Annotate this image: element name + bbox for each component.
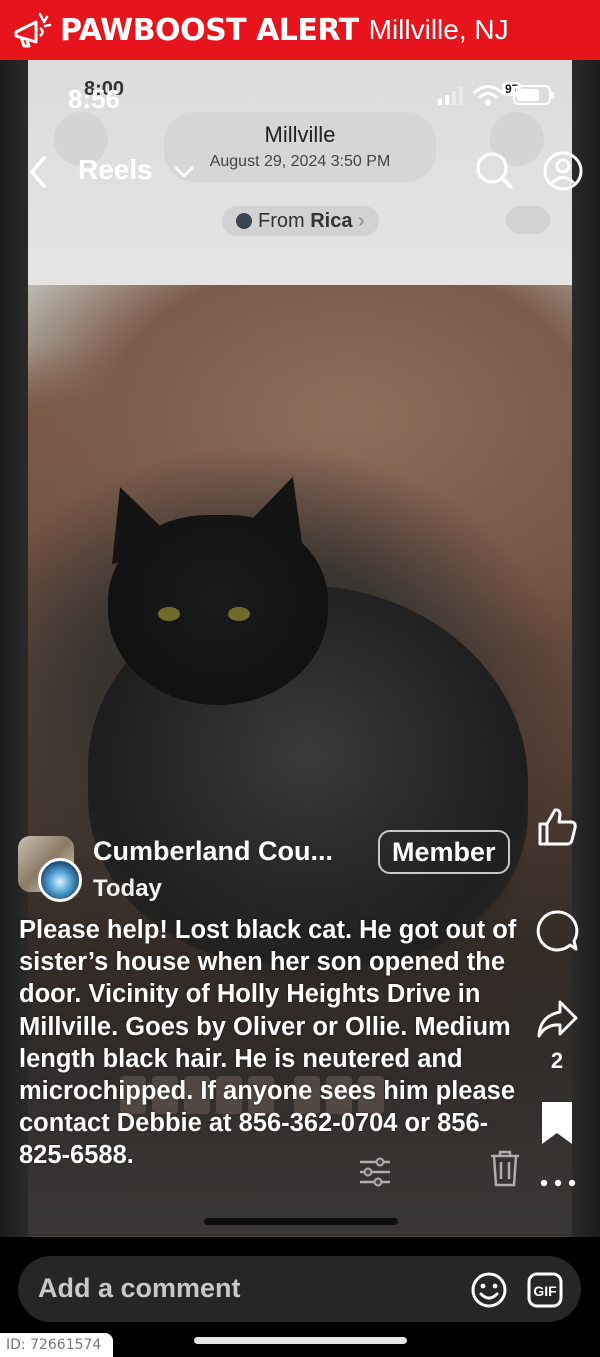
screenshot-title: Millville — [264, 122, 336, 147]
chevron-down-icon[interactable] — [172, 162, 196, 182]
back-chevron-icon[interactable] — [26, 152, 50, 192]
megaphone-icon — [14, 12, 52, 48]
right-border — [572, 60, 600, 1237]
cat-eye-left — [158, 607, 180, 621]
from-label: From — [258, 210, 305, 232]
reels-title[interactable]: Reels — [78, 154, 153, 186]
id-tag: ID: 72661574 — [0, 1333, 113, 1357]
cat-eye-right — [228, 607, 250, 621]
gif-label: GIF — [533, 1283, 557, 1299]
comment-icon[interactable] — [534, 908, 580, 954]
alert-brand: PAWBOOST ALERT — [60, 12, 359, 48]
search-icon[interactable] — [474, 150, 514, 190]
gif-icon[interactable]: GIF — [526, 1271, 564, 1309]
group-name[interactable]: Cumberland Cou... — [93, 836, 333, 867]
author-avatar — [38, 858, 82, 902]
alert-location: Millville, NJ — [368, 14, 509, 45]
screenshot-from-pill: From Rica › — [222, 206, 379, 236]
battery-icon — [513, 85, 554, 105]
signal-icon — [438, 85, 463, 105]
screenshot-home-indicator — [204, 1218, 398, 1225]
post-time: Today — [93, 875, 162, 902]
wifi-icon — [473, 85, 503, 105]
member-badge: Member — [378, 830, 510, 874]
screenshot-side-pill — [506, 206, 550, 234]
group-avatar[interactable] — [18, 836, 82, 902]
more-icon[interactable] — [538, 1176, 578, 1190]
emoji-icon[interactable] — [470, 1271, 508, 1309]
post-caption[interactable]: Please help! Lost black cat. He got out … — [19, 914, 519, 1172]
share-count: 2 — [550, 1048, 564, 1073]
alert-banner: PAWBOOST ALERT Millville, NJ — [0, 0, 600, 60]
share-icon[interactable] — [534, 996, 580, 1042]
chevron-right-icon: › — [358, 210, 365, 232]
comment-placeholder[interactable]: Add a comment — [38, 1273, 241, 1304]
cat-head — [108, 515, 328, 705]
from-name: Rica — [310, 210, 353, 232]
home-indicator[interactable] — [194, 1337, 407, 1344]
status-time: 8:56 — [68, 84, 121, 114]
bookmark-icon[interactable] — [534, 1100, 580, 1146]
like-icon[interactable] — [534, 804, 580, 850]
profile-icon[interactable] — [542, 150, 584, 192]
status-icons — [438, 84, 554, 106]
sender-avatar — [236, 213, 252, 229]
